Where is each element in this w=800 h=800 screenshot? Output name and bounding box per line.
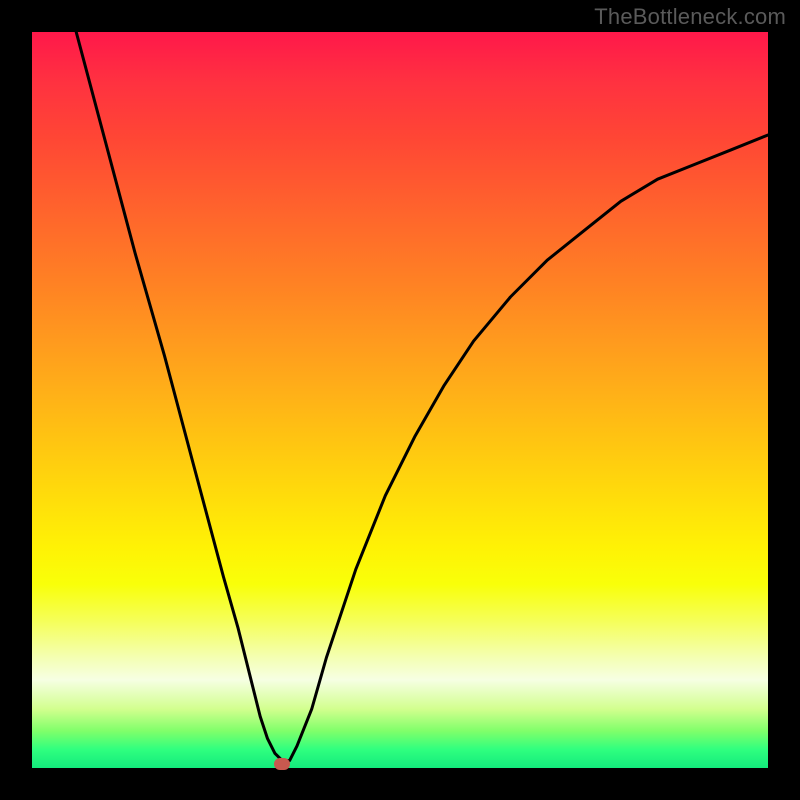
- bottleneck-curve: [32, 32, 768, 768]
- curve-path: [76, 32, 768, 761]
- minimum-marker: [274, 758, 290, 770]
- chart-frame: TheBottleneck.com: [0, 0, 800, 800]
- plot-area: [32, 32, 768, 768]
- watermark-text: TheBottleneck.com: [594, 4, 786, 30]
